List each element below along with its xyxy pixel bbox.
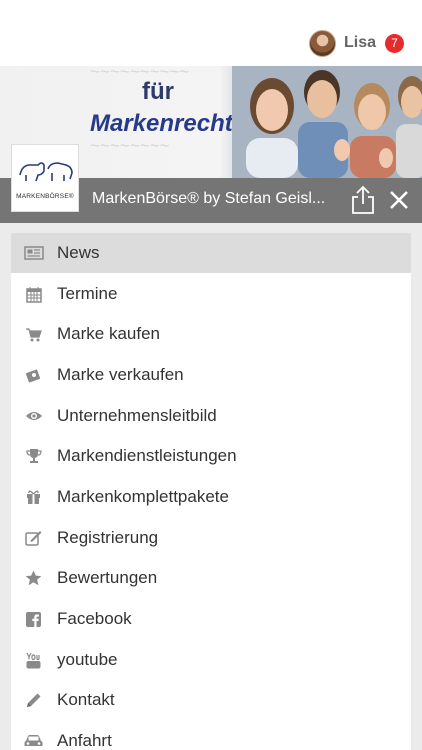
menu-item-registrierung[interactable]: Registrierung (11, 518, 411, 558)
user-profile[interactable]: Lisa 7 (308, 28, 404, 58)
shopping-cart-icon (11, 314, 56, 354)
menu-item-label: News (57, 243, 100, 262)
pencil-icon (11, 680, 56, 720)
menu-item-label: Termine (57, 284, 118, 303)
menu-item-label: Marke kaufen (57, 324, 160, 343)
menu-item-anfahrt[interactable]: Anfahrt (11, 721, 411, 750)
menu-item-label: youtube (57, 650, 118, 669)
banner-people-photo (232, 66, 422, 178)
bull-bear-logo-icon (19, 162, 73, 182)
menu-item-bewertungen[interactable]: Bewertungen (11, 558, 411, 598)
menu-item-label: Markendienstleistungen (57, 446, 237, 465)
menu-item-termine[interactable]: Termine (11, 274, 411, 314)
banner-headline-line2: Markenrechte (90, 110, 247, 137)
menu-item-marke-kaufen[interactable]: Marke kaufen (11, 314, 411, 354)
company-logo: MARKENBÖRSE® (11, 144, 79, 212)
newspaper-icon (11, 233, 56, 273)
menu-item-label: Registrierung (57, 528, 159, 547)
share-button[interactable] (350, 185, 376, 215)
menu-item-label: Anfahrt (57, 731, 112, 750)
star-icon (11, 558, 56, 598)
menu-item-markendienstleistungen[interactable]: Markendienstleistungen (11, 436, 411, 476)
banner-background-text-decoration-2: ~~~~~~~~ (90, 136, 170, 155)
close-button[interactable] (386, 189, 412, 213)
logo-text: MARKENBÖRSE® (16, 193, 74, 200)
share-icon[interactable] (350, 185, 376, 215)
menu-item-news[interactable]: News (11, 233, 411, 273)
youtube-icon (11, 640, 56, 680)
menu-item-kontakt[interactable]: Kontakt (11, 680, 411, 720)
eye-icon (11, 396, 56, 436)
banner-headline-line1: für (142, 78, 174, 105)
menu-item-youtube[interactable]: youtube (11, 640, 411, 680)
edit-icon (11, 518, 56, 558)
menu-item-label: Markenkomplettpakete (57, 487, 229, 506)
close-icon[interactable] (386, 189, 412, 213)
menu-item-label: Kontakt (57, 690, 115, 709)
app-title: MarkenBörse® by Stefan Geisl... (92, 190, 326, 207)
calendar-icon (11, 274, 56, 314)
menu-item-label: Bewertungen (57, 568, 158, 587)
menu-item-label: Unternehmensleitbild (57, 406, 217, 425)
menu-item-facebook[interactable]: Facebook (11, 599, 411, 639)
banner-background-text-decoration: ~~~~~~~~~~ (90, 66, 190, 81)
facebook-icon (11, 599, 56, 639)
menu-item-label: Facebook (57, 609, 132, 628)
menu-item-unternehmensleitbild[interactable]: Unternehmensleitbild (11, 396, 411, 436)
menu-item-marke-verkaufen[interactable]: Marke verkaufen (11, 355, 411, 395)
gift-icon (11, 477, 56, 517)
avatar[interactable] (308, 29, 336, 57)
money-icon (11, 355, 56, 395)
car-icon (11, 721, 56, 750)
top-bar: Lisa 7 (0, 0, 422, 66)
trophy-icon (11, 436, 56, 476)
user-name[interactable]: Lisa (344, 34, 376, 52)
menu-item-label: Marke verkaufen (57, 365, 184, 384)
notification-badge[interactable]: 7 (385, 33, 404, 53)
menu-item-markenkomplettpakete[interactable]: Markenkomplettpakete (11, 477, 411, 517)
navigation-menu: News Termine Marke kaufen Marke verkaufe… (11, 233, 411, 750)
